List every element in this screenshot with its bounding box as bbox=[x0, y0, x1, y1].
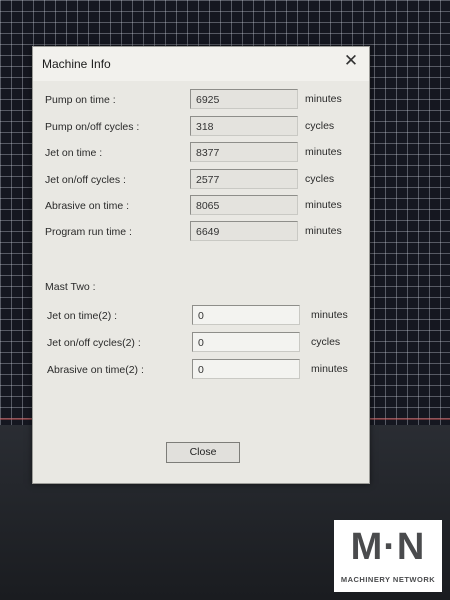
logo-text: MACHINERY NETWORK bbox=[340, 575, 436, 584]
field-label: Program run time : bbox=[45, 226, 132, 238]
unit-label: cycles bbox=[305, 173, 335, 185]
dialog-titlebar: Machine Info ✕ bbox=[33, 47, 369, 81]
unit-label: minutes bbox=[305, 225, 342, 237]
dialog-title: Machine Info bbox=[42, 57, 111, 71]
row-pump-cycles: Pump on/off cycles : 318 cycles bbox=[33, 116, 369, 140]
machine-info-dialog: Machine Info ✕ Pump on time : 6925 minut… bbox=[32, 46, 370, 484]
row-jet-cycles-2: Jet on/off cycles(2) : 0 cycles bbox=[33, 332, 369, 356]
machinery-network-logo: M·N MACHINERY NETWORK bbox=[334, 520, 442, 592]
abrasive-on-time-2-field[interactable]: 0 bbox=[192, 359, 300, 379]
jet-on-time-field[interactable]: 8377 bbox=[190, 142, 298, 162]
mast-two-heading: Mast Two : bbox=[45, 281, 96, 293]
row-jet-on-time-2: Jet on time(2) : 0 minutes bbox=[33, 305, 369, 329]
jet-cycles-field[interactable]: 2577 bbox=[190, 169, 298, 189]
close-button[interactable]: Close bbox=[166, 442, 240, 463]
row-jet-cycles: Jet on/off cycles : 2577 cycles bbox=[33, 169, 369, 193]
field-label: Abrasive on time(2) : bbox=[47, 364, 144, 376]
row-jet-on-time: Jet on time : 8377 minutes bbox=[33, 142, 369, 166]
close-icon[interactable]: ✕ bbox=[341, 51, 361, 71]
pump-cycles-field[interactable]: 318 bbox=[190, 116, 298, 136]
row-abrasive-on-time: Abrasive on time : 8065 minutes bbox=[33, 195, 369, 219]
field-label: Jet on/off cycles(2) : bbox=[47, 337, 141, 349]
row-program-run-time: Program run time : 6649 minutes bbox=[33, 221, 369, 245]
field-label: Pump on time : bbox=[45, 94, 116, 106]
unit-label: minutes bbox=[311, 309, 348, 321]
field-label: Jet on time : bbox=[45, 147, 103, 159]
row-abrasive-on-time-2: Abrasive on time(2) : 0 minutes bbox=[33, 359, 369, 383]
unit-label: minutes bbox=[305, 93, 342, 105]
unit-label: minutes bbox=[311, 363, 348, 375]
unit-label: cycles bbox=[311, 336, 341, 348]
unit-label: cycles bbox=[305, 120, 335, 132]
field-label: Jet on/off cycles : bbox=[45, 174, 126, 186]
field-label: Pump on/off cycles : bbox=[45, 121, 140, 133]
unit-label: minutes bbox=[305, 199, 342, 211]
jet-cycles-2-field[interactable]: 0 bbox=[192, 332, 300, 352]
jet-on-time-2-field[interactable]: 0 bbox=[192, 305, 300, 325]
field-label: Abrasive on time : bbox=[45, 200, 130, 212]
logo-mark: M·N bbox=[350, 526, 426, 568]
program-run-time-field[interactable]: 6649 bbox=[190, 221, 298, 241]
row-pump-on-time: Pump on time : 6925 minutes bbox=[33, 89, 369, 113]
unit-label: minutes bbox=[305, 146, 342, 158]
pump-on-time-field[interactable]: 6925 bbox=[190, 89, 298, 109]
abrasive-on-time-field[interactable]: 8065 bbox=[190, 195, 298, 215]
field-label: Jet on time(2) : bbox=[47, 310, 118, 322]
